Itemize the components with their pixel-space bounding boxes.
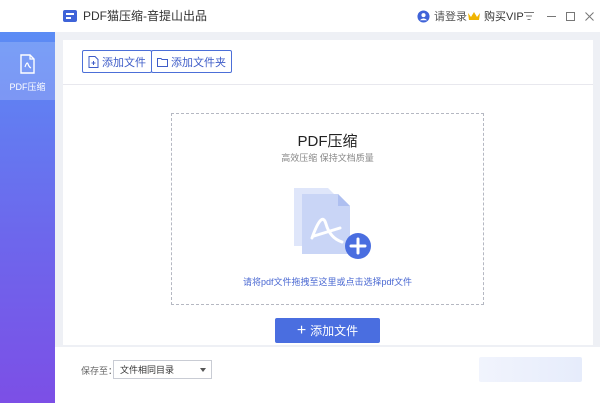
menu-icon	[524, 12, 534, 20]
minimize-icon	[546, 15, 556, 17]
crown-icon	[468, 12, 480, 20]
main-panel: 添加文件 添加文件夹 PDF压缩 高效压缩 保持文档质量 请将pdf文件拖拽至这…	[63, 40, 593, 345]
add-folder-label: 添加文件夹	[171, 56, 226, 69]
vip-label: 购买VIP	[484, 11, 524, 23]
drop-zone-title: PDF压缩	[297, 133, 358, 150]
minimize-button[interactable]	[542, 7, 560, 25]
add-file-main-label: 添加文件	[310, 324, 359, 338]
save-location-value: 文件相同目录	[120, 365, 175, 375]
user-icon	[417, 9, 430, 23]
save-to-label: 保存至：	[81, 366, 118, 376]
buy-vip-link[interactable]: 购买VIP	[467, 8, 524, 24]
drop-zone-subtitle: 高效压缩 保持文档质量	[281, 153, 374, 163]
app-title: PDF猫压缩-音提山出品	[83, 9, 207, 23]
login-label: 请登录	[434, 11, 467, 23]
file-add-icon	[88, 55, 99, 68]
sidebar-item-label: PDF压缩	[9, 82, 46, 92]
sidebar: PDF压缩	[0, 32, 55, 403]
add-file-main-button[interactable]: + 添加文件	[275, 318, 380, 343]
app-logo-icon	[63, 10, 77, 22]
file-drop-zone[interactable]: PDF压缩 高效压缩 保持文档质量 请将pdf文件拖拽至这里或点击选择pdf文件	[171, 113, 484, 305]
plus-icon: +	[296, 321, 307, 339]
drop-zone-hint: 请将pdf文件拖拽至这里或点击选择pdf文件	[242, 277, 413, 287]
menu-button[interactable]	[520, 7, 538, 25]
add-folder-button[interactable]: 添加文件夹	[151, 50, 232, 73]
title-bar: PDF猫压缩-音提山出品 请登录 购买VIP	[0, 0, 600, 32]
add-file-label: 添加文件	[102, 56, 146, 69]
toolbar-divider	[63, 84, 593, 85]
maximize-button[interactable]	[561, 7, 579, 25]
pdf-compress-icon	[20, 54, 35, 74]
save-location-select[interactable]: 文件相同目录	[113, 360, 212, 379]
add-file-button[interactable]: 添加文件	[82, 50, 152, 73]
footer-bar: 保存至： 文件相同目录	[55, 347, 600, 403]
sidebar-item-pdf-compress[interactable]: PDF压缩	[0, 42, 55, 100]
start-compress-button[interactable]	[479, 357, 582, 382]
close-button[interactable]	[580, 7, 598, 25]
login-link[interactable]: 请登录	[417, 8, 467, 24]
chevron-down-icon	[200, 368, 206, 372]
folder-add-icon	[157, 57, 168, 67]
pdf-file-add-icon	[294, 188, 371, 259]
maximize-icon	[565, 11, 575, 21]
close-icon	[584, 11, 594, 21]
